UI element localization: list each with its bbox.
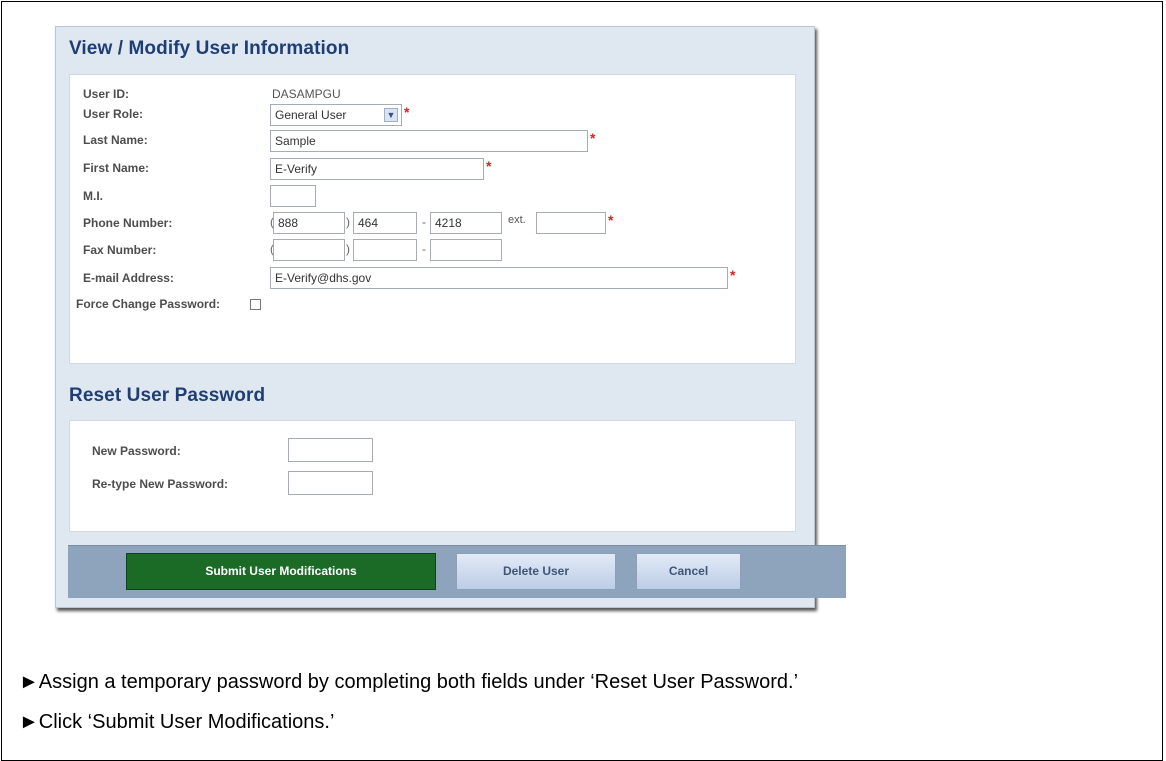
user-role-selected: General User	[275, 108, 347, 122]
fax-area-input[interactable]	[273, 239, 345, 261]
modify-section-title: View / Modify User Information	[69, 38, 350, 59]
button-bar: Submit User Modifications Delete User Ca…	[68, 545, 846, 598]
phone-ext-input[interactable]	[536, 212, 606, 234]
fax-prefix-input[interactable]	[353, 239, 417, 261]
user-role-label: User Role:	[83, 107, 144, 121]
paren-close: )	[346, 215, 350, 229]
force-change-checkbox[interactable]	[250, 299, 261, 310]
mi-input[interactable]	[270, 185, 316, 207]
cancel-button[interactable]: Cancel	[636, 553, 741, 590]
fax-line-input[interactable]	[430, 239, 502, 261]
required-mark: *	[608, 212, 614, 228]
retype-password-input[interactable]	[288, 471, 373, 495]
dash: -	[422, 215, 426, 229]
first-name-input[interactable]	[270, 158, 484, 180]
required-mark: *	[404, 104, 410, 120]
chevron-down-icon[interactable]: ▼	[384, 108, 398, 122]
instruction-line-2: ►Click ‘Submit User Modifications.’	[19, 711, 335, 733]
phone-area-input[interactable]	[273, 212, 345, 234]
required-mark: *	[486, 158, 492, 174]
submit-button[interactable]: Submit User Modifications	[126, 553, 436, 590]
modify-form: User ID: DASAMPGU User Role: General Use…	[69, 74, 796, 364]
retype-password-label: Re-type New Password:	[92, 477, 229, 491]
delete-user-button[interactable]: Delete User	[456, 553, 616, 590]
phone-label: Phone Number:	[83, 216, 173, 230]
last-name-input[interactable]	[270, 130, 588, 152]
user-id-label: User ID:	[83, 87, 130, 101]
first-name-label: First Name:	[83, 161, 150, 175]
force-change-label: Force Change Password:	[76, 297, 221, 311]
email-label: E-mail Address:	[83, 271, 174, 285]
reset-form: New Password: Re-type New Password:	[69, 420, 796, 532]
email-input[interactable]	[270, 267, 728, 289]
phone-prefix-input[interactable]	[353, 212, 417, 234]
user-info-panel: View / Modify User Information User ID: …	[55, 26, 846, 608]
paren-close: )	[346, 242, 350, 256]
new-password-label: New Password:	[92, 444, 181, 458]
phone-ext-label: ext.	[508, 214, 526, 226]
reset-section-title: Reset User Password	[69, 385, 266, 406]
instruction-line-1: ►Assign a temporary password by completi…	[19, 671, 799, 693]
new-password-input[interactable]	[288, 438, 373, 462]
mi-label: M.I.	[83, 189, 103, 203]
phone-line-input[interactable]	[430, 212, 502, 234]
last-name-label: Last Name:	[83, 133, 148, 147]
user-id-value: DASAMPGU	[272, 87, 341, 101]
dash: -	[422, 242, 426, 256]
fax-label: Fax Number:	[83, 243, 157, 257]
required-mark: *	[730, 267, 736, 283]
user-role-select[interactable]: General User ▼	[270, 104, 402, 126]
required-mark: *	[590, 130, 596, 146]
